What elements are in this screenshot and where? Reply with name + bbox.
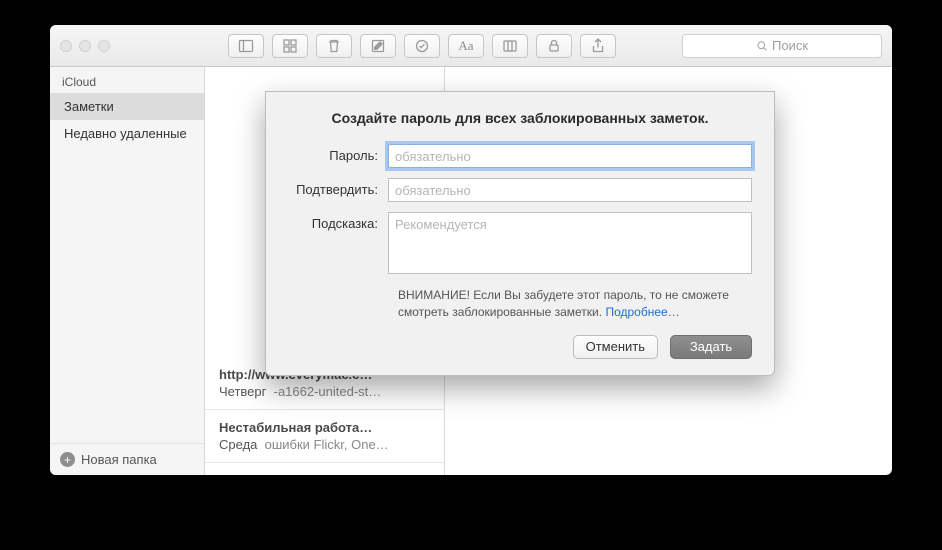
submit-button[interactable]: Задать — [670, 335, 752, 359]
search-placeholder: Поиск — [772, 38, 808, 53]
new-folder-button[interactable]: + Новая папка — [50, 443, 204, 475]
search-field[interactable]: Поиск — [682, 34, 882, 58]
note-title: Нестабильная работа… — [219, 420, 430, 435]
checklist-button[interactable] — [404, 34, 440, 58]
note-snippet: ошибки Flickr, One… — [265, 437, 389, 452]
password-label: Пароль: — [288, 144, 388, 163]
sidebar-item-notes[interactable]: Заметки — [50, 93, 204, 120]
toolbar: Aa Поиск — [50, 25, 892, 67]
warning-text: ВНИМАНИЕ! Если Вы забудете этот пароль, … — [398, 287, 752, 321]
sidebar-toggle-button[interactable] — [228, 34, 264, 58]
delete-button[interactable] — [316, 34, 352, 58]
share-button[interactable] — [580, 34, 616, 58]
confirm-label: Подтвердить: — [288, 178, 388, 197]
note-snippet: -a1662-united-st… — [274, 384, 382, 399]
new-folder-label: Новая папка — [81, 452, 157, 467]
cancel-button[interactable]: Отменить — [573, 335, 658, 359]
account-header: iCloud — [50, 67, 204, 93]
learn-more-link[interactable]: Подробнее… — [605, 305, 679, 319]
lock-button[interactable] — [536, 34, 572, 58]
minimize-window-icon[interactable] — [79, 40, 91, 52]
close-window-icon[interactable] — [60, 40, 72, 52]
notes-window: Aa Поиск iCloud Заметки Недавно удаленны… — [50, 25, 892, 475]
view-mode-button[interactable] — [272, 34, 308, 58]
note-date: Среда — [219, 437, 257, 452]
list-item[interactable]: Нестабильная работа… Среда ошибки Flickr… — [205, 410, 444, 463]
hint-input[interactable] — [388, 212, 752, 274]
new-note-button[interactable] — [360, 34, 396, 58]
attachments-button[interactable] — [492, 34, 528, 58]
zoom-window-icon[interactable] — [98, 40, 110, 52]
window-controls — [60, 40, 110, 52]
confirm-password-input[interactable] — [388, 178, 752, 202]
plus-icon: + — [60, 452, 75, 467]
sidebar: iCloud Заметки Недавно удаленные + Новая… — [50, 67, 205, 475]
sidebar-item-recently-deleted[interactable]: Недавно удаленные — [50, 120, 204, 147]
create-password-dialog: Создайте пароль для всех заблокированных… — [265, 91, 775, 376]
note-date: Четверг — [219, 384, 266, 399]
search-icon — [756, 40, 768, 52]
dialog-title: Создайте пароль для всех заблокированных… — [288, 110, 752, 126]
format-button[interactable]: Aa — [448, 34, 484, 58]
password-input[interactable] — [388, 144, 752, 168]
hint-label: Подсказка: — [288, 212, 388, 231]
